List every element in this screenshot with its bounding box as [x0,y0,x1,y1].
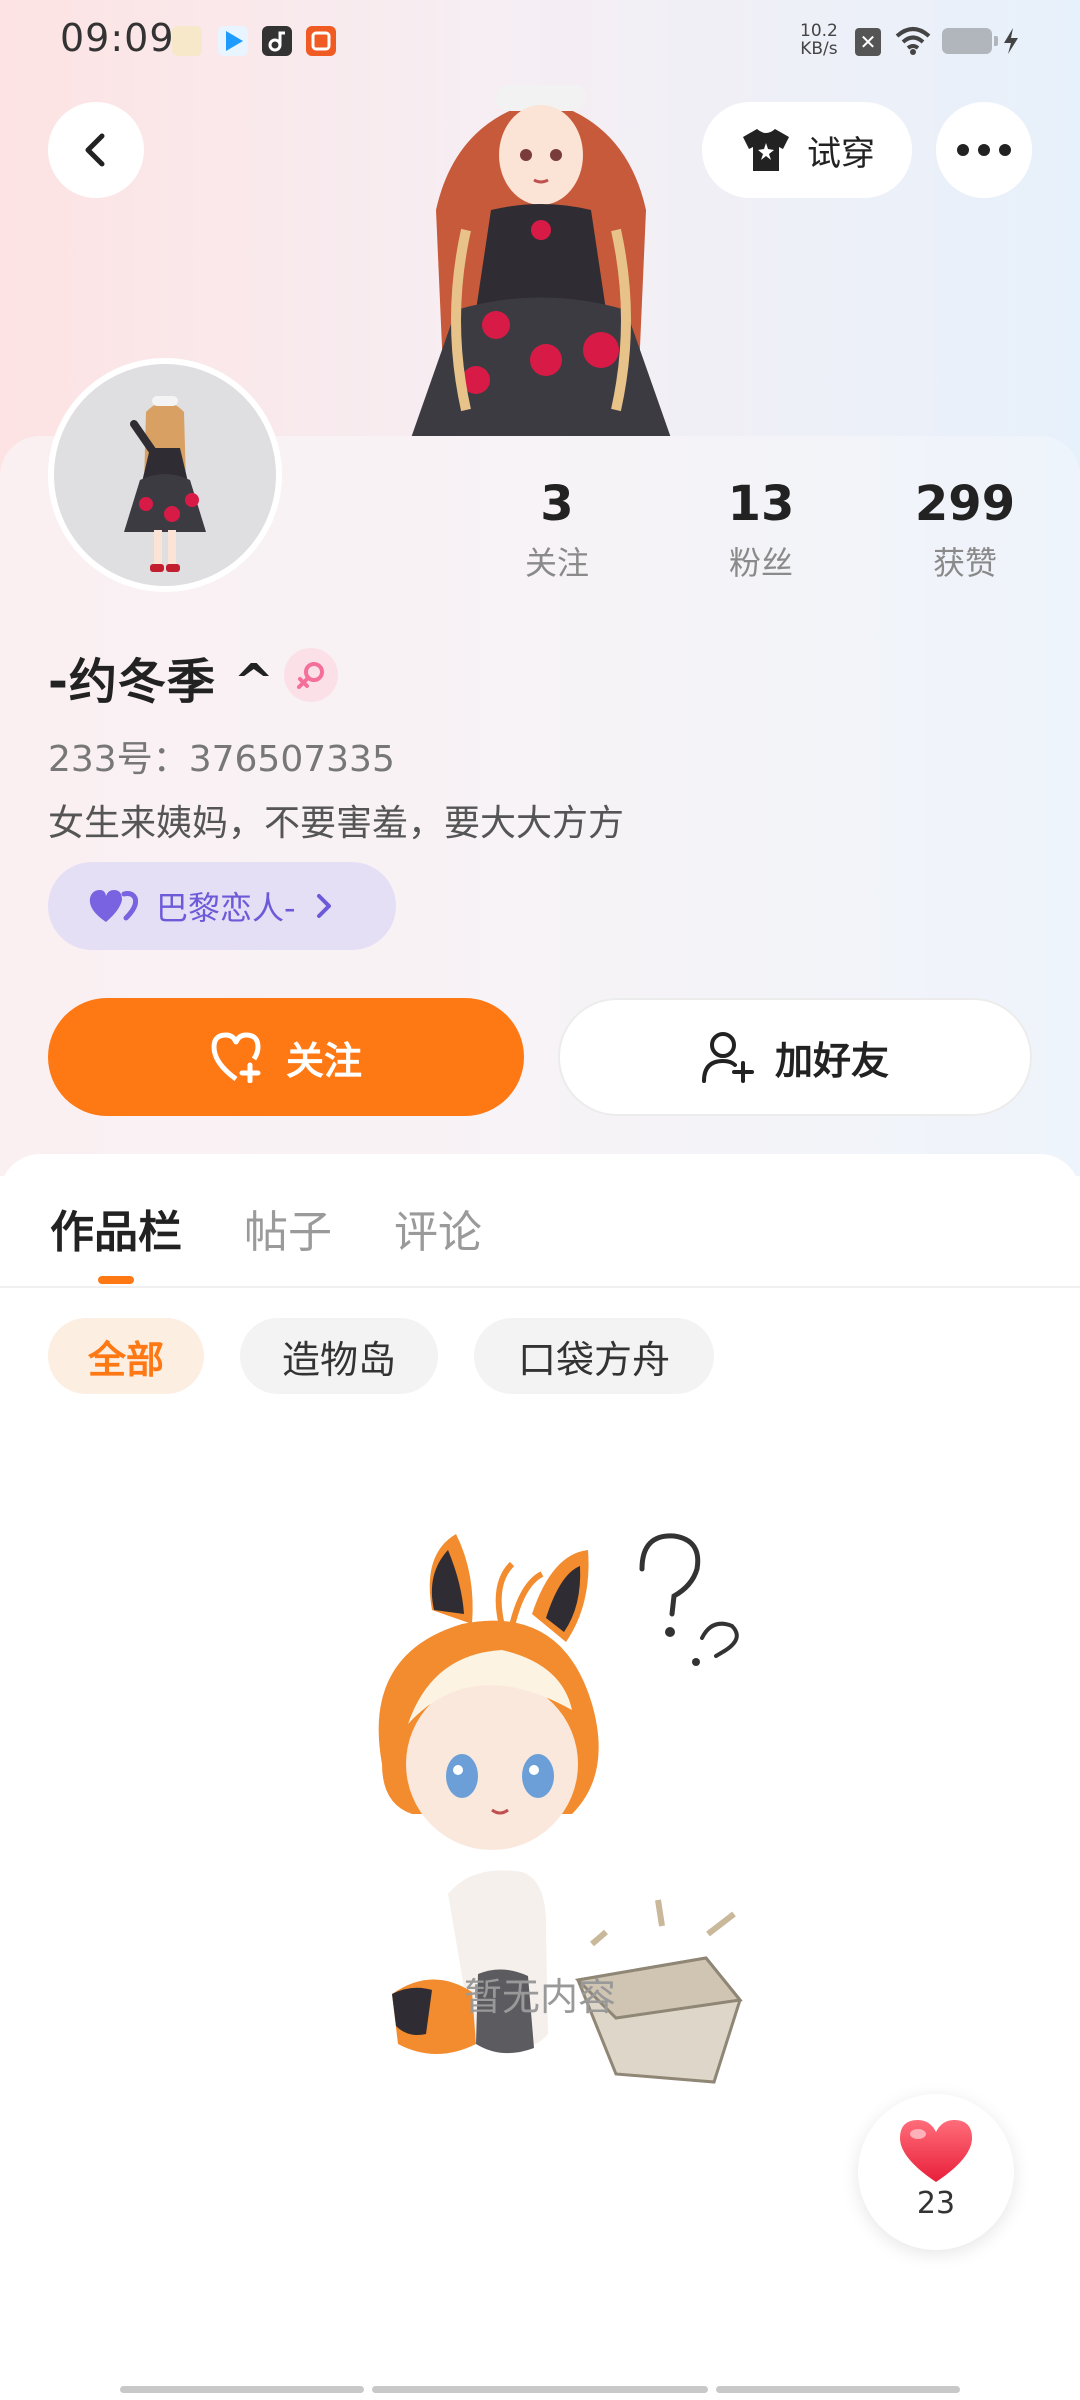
fans-label: 粉丝 [728,544,793,582]
status-bar: 09:09 10.2 KB/s ✕ [0,0,1080,84]
avatar-image [54,364,276,586]
heart-plus-icon [211,1032,261,1083]
follow-button[interactable]: 关注 [48,998,524,1116]
follow-label: 关注 [285,1038,362,1083]
like-count: 23 [916,2186,956,2221]
more-dots-icon [957,144,1011,156]
nav-bar-segment [120,2386,364,2393]
filter-all[interactable]: 全部 [48,1318,204,1394]
couple-tag-label: 巴黎恋人- [156,889,296,927]
try-on-label: 试穿 [807,133,875,174]
try-on-button[interactable]: 试穿 [702,102,912,198]
nav-bar-segment [372,2386,708,2393]
wifi-icon [895,27,931,55]
video-app-notification-icon [218,26,248,56]
back-arrow-icon [85,133,105,167]
user-id: 233号：376507335 [48,739,395,780]
more-button[interactable] [936,102,1032,198]
add-user-icon [701,1032,754,1083]
back-button[interactable] [48,102,144,198]
charging-icon [1004,28,1018,54]
character-model [411,85,671,438]
music-app-notification-icon [262,26,292,56]
tab-divider [0,1286,1080,1288]
female-gender-icon [284,648,338,702]
network-speed-unit: KB/s [800,39,838,59]
following-label: 关注 [524,544,589,582]
heart-icon [900,2120,972,2182]
tab-posts[interactable]: 帖子 [244,1196,332,1260]
couple-tag-chip[interactable]: 巴黎恋人- [48,862,396,950]
status-time: 09:09 [60,16,175,60]
tab-comments[interactable]: 评论 [394,1196,482,1260]
tab-works[interactable]: 作品栏 [50,1196,182,1260]
double-heart-icon [89,890,138,922]
add-friend-label: 加好友 [774,1038,889,1083]
bio: 女生来姨妈，不要害羞，要大大方方 [48,803,625,844]
likes-count: 299 [914,476,1016,532]
network-speed-value: 10.2 [800,21,838,41]
filter-creation-island[interactable]: 造物岛 [240,1318,438,1394]
add-friend-button[interactable]: 加好友 [558,998,1032,1116]
filter-pocket-ark[interactable]: 口袋方舟 [474,1318,714,1394]
empty-state-text: 暂无内容 [463,1975,616,2019]
likes-label: 获赞 [932,544,997,582]
content-panel: 作品栏 帖子 评论 全部 造物岛 口袋方舟 暂无内容 23 [0,1154,1080,2400]
tab-indicator [98,1276,134,1284]
stat-following[interactable]: 3 关注 [482,476,632,584]
sim-off-icon: ✕ [855,28,881,56]
stat-fans[interactable]: 13 粉丝 [686,476,836,584]
app-notification-icon [172,26,202,56]
nickname: -约冬季 ^ [48,654,275,710]
avatar[interactable] [48,358,282,592]
tshirt-icon [743,129,789,171]
nav-bar-segment [716,2386,960,2393]
battery-icon [942,28,998,54]
following-count: 3 [540,476,574,532]
game-app-notification-icon [306,26,336,56]
like-fab-button[interactable]: 23 [858,2094,1014,2250]
chevron-right-icon [316,894,331,918]
network-speed: 10.2 KB/s [800,22,838,58]
fans-count: 13 [727,476,795,532]
stat-likes[interactable]: 299 获赞 [890,476,1040,584]
